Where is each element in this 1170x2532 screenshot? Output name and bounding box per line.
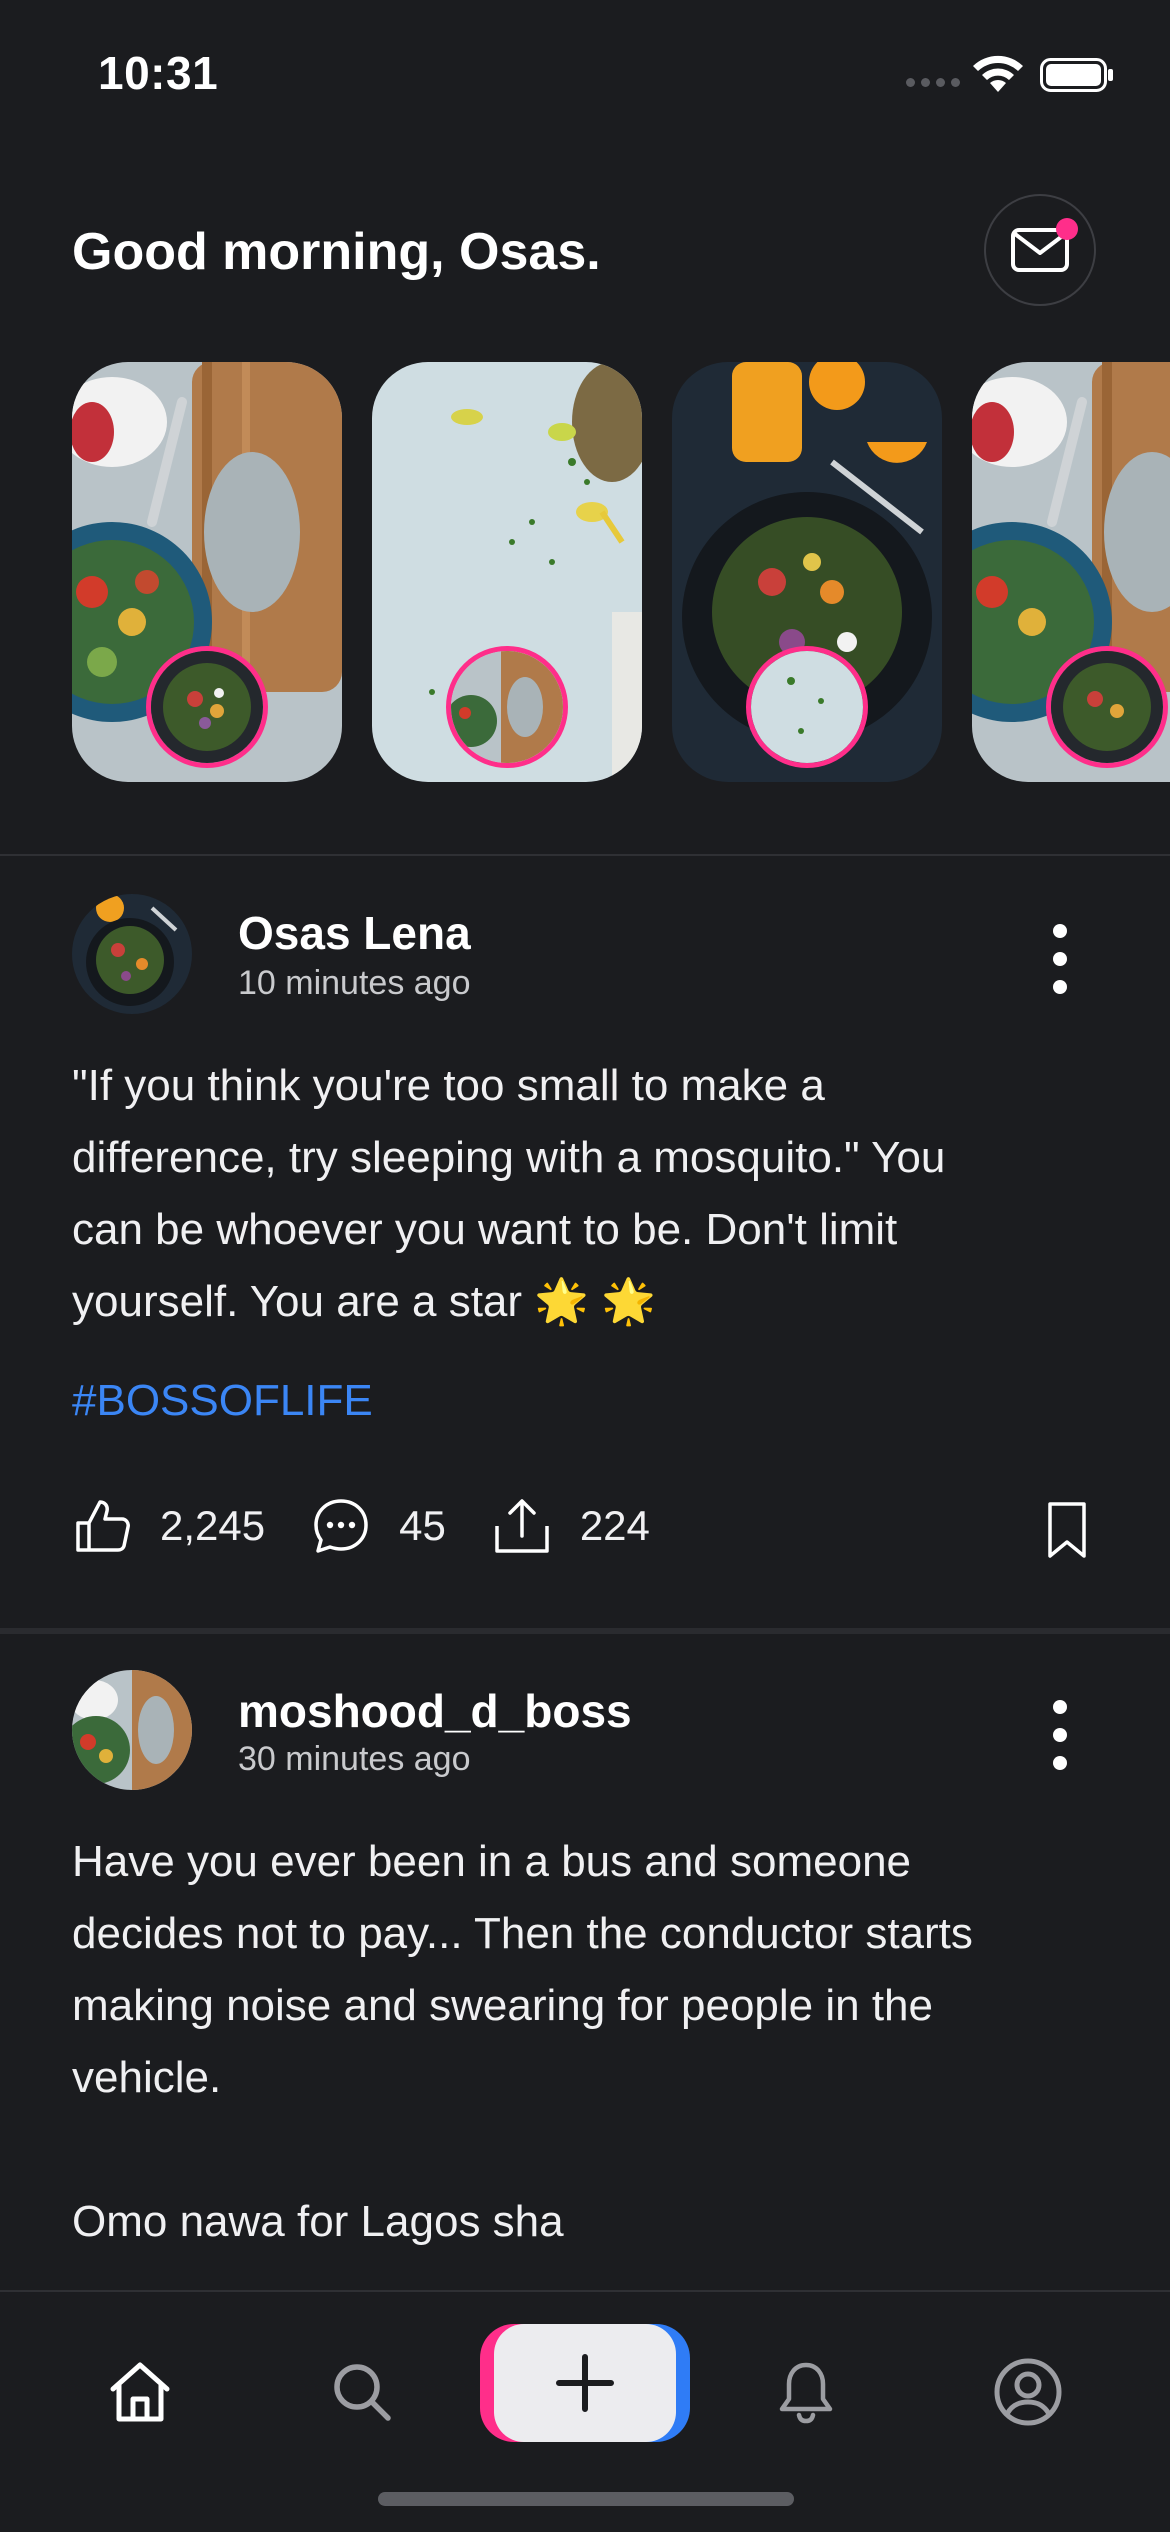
divider xyxy=(0,1628,1170,1634)
more-options-button[interactable] xyxy=(1040,1700,1080,1770)
post-timestamp: 10 minutes ago xyxy=(238,964,471,1002)
post-body: "If you think you're too small to make a… xyxy=(72,1061,946,1326)
divider xyxy=(0,854,1170,856)
battery-icon xyxy=(1040,58,1113,92)
avatar[interactable] xyxy=(72,894,192,1014)
story-avatar xyxy=(1046,646,1168,768)
share-button[interactable]: 224 xyxy=(492,1496,650,1556)
story-avatar xyxy=(746,646,868,768)
tab-home[interactable] xyxy=(100,2352,180,2432)
comment-icon xyxy=(314,1499,368,1553)
story-card[interactable] xyxy=(72,362,342,782)
story-card[interactable] xyxy=(672,362,942,782)
like-button[interactable]: 2,245 xyxy=(72,1496,265,1556)
home-indicator xyxy=(378,2492,794,2506)
post-hashtag[interactable]: #BOSSOFLIFE xyxy=(72,1376,373,1426)
greeting-title: Good morning, Osas. xyxy=(72,223,601,281)
share-icon xyxy=(495,1499,549,1553)
post-actions: 2,245 45 224 xyxy=(72,1496,696,1556)
story-card[interactable] xyxy=(972,362,1170,782)
home-icon xyxy=(110,2362,170,2422)
post-timestamp: 30 minutes ago xyxy=(238,1740,471,1778)
comment-count: 45 xyxy=(399,1502,446,1549)
bell-icon xyxy=(779,2362,833,2424)
tab-notifications[interactable] xyxy=(766,2352,846,2432)
tab-profile[interactable] xyxy=(988,2352,1068,2432)
home-feed-screen: 10:31 Good morning, Osas. Osas Lena 10 m… xyxy=(0,0,1170,2532)
share-count: 224 xyxy=(579,1502,650,1549)
plus-icon xyxy=(556,2354,614,2412)
story-avatar xyxy=(446,646,568,768)
unread-badge xyxy=(1056,218,1078,240)
stories-carousel[interactable] xyxy=(72,362,1170,782)
avatar[interactable] xyxy=(72,1670,192,1790)
status-bar: 10:31 xyxy=(0,0,1170,150)
comment-button[interactable]: 45 xyxy=(311,1496,446,1556)
post-body: Have you ever been in a bus and someone … xyxy=(72,1837,973,2246)
post-author[interactable]: Osas Lena xyxy=(238,906,471,960)
wifi-icon xyxy=(973,55,1023,92)
thumbs-up-icon xyxy=(76,1500,130,1552)
story-avatar xyxy=(146,646,268,768)
bookmark-icon[interactable] xyxy=(1042,1500,1092,1560)
more-options-button[interactable] xyxy=(1040,924,1080,994)
inbox-button[interactable] xyxy=(984,194,1096,306)
profile-icon xyxy=(994,2358,1062,2426)
compose-button[interactable] xyxy=(480,2324,690,2442)
post-author[interactable]: moshood_d_boss xyxy=(238,1684,632,1738)
tab-search[interactable] xyxy=(322,2352,402,2432)
cellular-signal-icon xyxy=(906,78,960,87)
status-time: 10:31 xyxy=(98,47,219,99)
search-icon xyxy=(334,2364,391,2421)
like-count: 2,245 xyxy=(160,1502,266,1549)
story-card[interactable] xyxy=(372,362,642,782)
